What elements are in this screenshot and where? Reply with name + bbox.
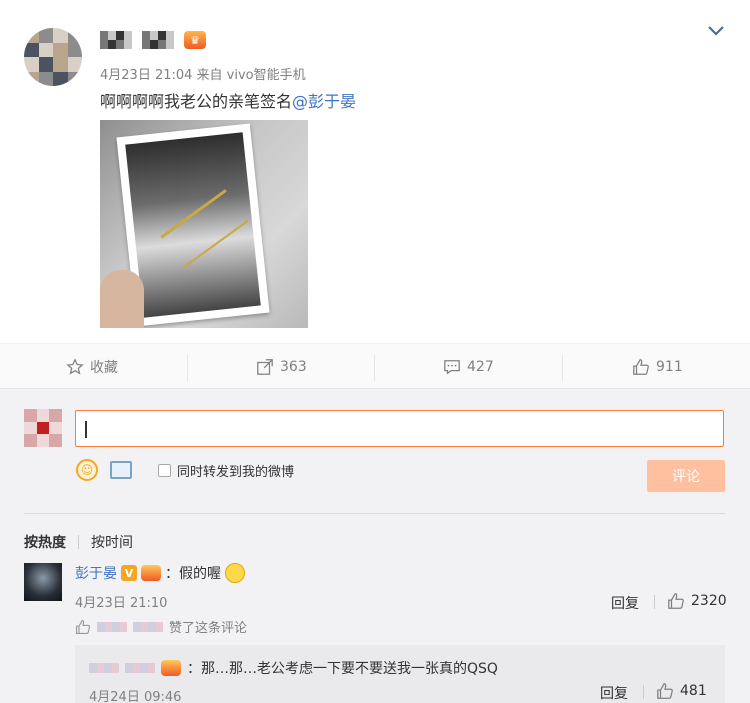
reply-content: ：那…那…老公考虑一下要不要送我一张真的QSQ	[89, 658, 498, 678]
thumbs-up-icon	[668, 593, 684, 609]
comment-content: 彭于晏 V ：假的喔	[75, 563, 245, 583]
comment-reply-button[interactable]: 回复	[611, 593, 639, 613]
comment-like-button[interactable]: 2320	[667, 592, 727, 610]
comment-text: ：假的喔	[165, 566, 221, 582]
favorite-button[interactable]: 收藏	[66, 344, 118, 390]
verified-v-icon[interactable]: V	[121, 565, 137, 581]
action-divider	[187, 355, 188, 381]
pixelated-name-part	[142, 31, 174, 49]
star-icon	[66, 358, 84, 375]
vip-crown-icon[interactable]	[161, 660, 181, 676]
like-button[interactable]: 911	[632, 344, 683, 390]
section-divider	[24, 513, 726, 514]
compose-tools: ☺ 同时转发到我的微博	[76, 459, 294, 481]
repost-count: 363	[280, 359, 307, 375]
nested-reply: ：那…那…老公考虑一下要不要送我一张真的QSQ 4月24日 09:46 回复 4…	[75, 645, 725, 703]
comment-count: 427	[467, 359, 494, 375]
comment-icon	[444, 360, 460, 375]
image-icon[interactable]	[110, 461, 132, 479]
action-divider	[654, 595, 655, 609]
reply-like-button[interactable]: 481	[656, 682, 707, 700]
action-divider	[643, 685, 644, 699]
mention-link[interactable]: @彭于晏	[292, 92, 356, 111]
pixelated-username[interactable]	[89, 663, 119, 673]
pixelated-username[interactable]	[125, 663, 155, 673]
action-divider	[374, 355, 375, 381]
sync-repost-checkbox[interactable]	[158, 463, 171, 477]
sort-by-time-tab[interactable]: 按时间	[91, 532, 133, 552]
sync-repost-label: 同时转发到我的微博	[177, 464, 295, 480]
post-meta: 4月23日 21:04 来自 vivo智能手机	[100, 68, 306, 83]
sort-divider	[78, 535, 79, 549]
pixelated-username[interactable]	[133, 621, 163, 632]
author-avatar[interactable]	[24, 28, 82, 86]
thumbs-up-icon	[76, 619, 91, 634]
reply-text: ：那…那…老公考虑一下要不要送我一张真的QSQ	[187, 661, 498, 677]
smirk-emoji-icon	[225, 563, 245, 583]
pixelated-name-part	[100, 31, 132, 49]
submit-comment-button[interactable]: 评论	[647, 460, 725, 492]
comment-like-count: 2320	[691, 593, 727, 609]
liked-by-text: 赞了这条评论	[169, 621, 248, 636]
weibo-post: ♛ 4月23日 21:04 来自 vivo智能手机 啊啊啊啊我老公的亲笔签名@彭…	[0, 0, 750, 343]
vip-crown-icon[interactable]	[141, 565, 161, 581]
reply-time: 4月24日 09:46	[89, 690, 182, 703]
comment-author[interactable]: 彭于晏	[75, 563, 117, 583]
reply-reply-button[interactable]: 回复	[600, 683, 628, 703]
thumbs-up-icon	[633, 359, 649, 375]
pixelated-username[interactable]	[97, 621, 127, 632]
comment-sort-tabs: 按热度 按时间	[24, 532, 133, 552]
repost-icon	[257, 359, 273, 375]
repost-button[interactable]: 363	[256, 344, 307, 390]
current-user-avatar	[24, 409, 62, 447]
favorite-label: 收藏	[90, 360, 118, 376]
thumbs-up-icon	[657, 683, 673, 699]
author-name-pixelated[interactable]: ♛	[100, 30, 206, 50]
sort-by-hot-tab[interactable]: 按热度	[24, 532, 66, 552]
chevron-down-icon[interactable]	[706, 24, 726, 38]
comment-button[interactable]: 427	[443, 344, 494, 390]
liked-by-row: 赞了这条评论	[75, 617, 247, 636]
post-text: 啊啊啊啊我老公的亲笔签名@彭于晏	[100, 88, 356, 112]
action-divider	[562, 355, 563, 381]
vip-crown-icon[interactable]: ♛	[184, 31, 206, 49]
post-photo[interactable]	[100, 120, 308, 328]
comment-section: ☺ 同时转发到我的微博 评论 按热度 按时间 彭于晏 V ：假的喔 4月23日 …	[0, 389, 750, 703]
comment-input[interactable]	[75, 410, 724, 447]
post-action-bar: 收藏 363 427 911	[0, 343, 750, 389]
post-body-text: 啊啊啊啊我老公的亲笔签名	[100, 92, 293, 111]
commenter-avatar[interactable]	[24, 563, 62, 601]
reply-like-count: 481	[680, 683, 707, 699]
like-count: 911	[656, 359, 683, 375]
text-caret	[85, 421, 87, 438]
comment-time: 4月23日 21:10	[75, 596, 168, 611]
emoji-icon[interactable]: ☺	[76, 459, 98, 481]
holding-hand	[100, 270, 144, 328]
